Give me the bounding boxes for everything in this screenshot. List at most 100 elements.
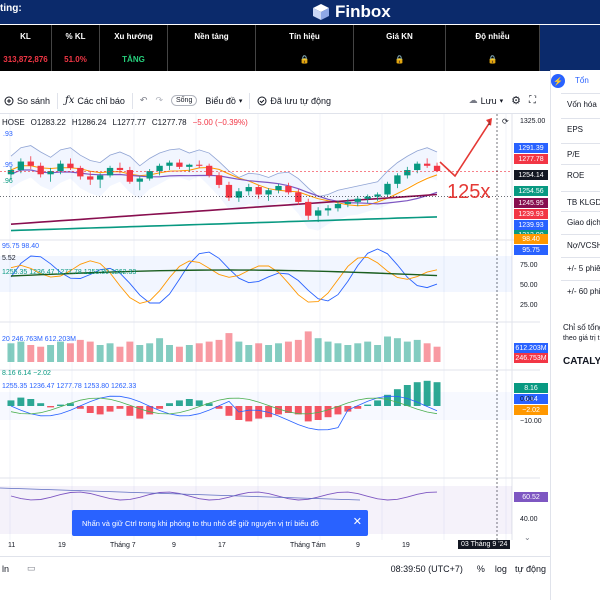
redo-button[interactable]: ↷ bbox=[151, 91, 167, 111]
auto-toggle[interactable]: tự động bbox=[515, 564, 546, 574]
undo-icon: ↶ bbox=[139, 95, 148, 105]
candle-body bbox=[334, 204, 342, 209]
volume-bar bbox=[175, 346, 183, 362]
toolbar-divider bbox=[131, 92, 133, 109]
volume-bar bbox=[344, 345, 352, 362]
candle-body bbox=[37, 165, 44, 175]
price-tag: 1291.39 bbox=[514, 143, 548, 153]
compare-button[interactable]: So sánh bbox=[0, 91, 54, 111]
table-header-cell: KL bbox=[0, 25, 52, 47]
settings-button[interactable]: ⚙ bbox=[507, 91, 525, 111]
macd-hist-bar bbox=[255, 406, 263, 419]
volume-bar bbox=[384, 336, 391, 362]
volume-bar bbox=[265, 345, 273, 362]
macd-hist-bar bbox=[245, 406, 253, 422]
log-toggle[interactable]: log bbox=[495, 564, 507, 574]
volume-tag: 246.753M bbox=[514, 353, 548, 363]
volume-bar bbox=[17, 341, 25, 362]
candle-body bbox=[126, 170, 134, 182]
table-value-cell: 🔒 bbox=[446, 47, 540, 71]
x-axis-settings-icon: ⌄ bbox=[524, 533, 531, 542]
info-table-row: 313,872,876 51.0% TĂNG 🔒 🔒 🔒 bbox=[0, 47, 540, 71]
save-label: Lưu bbox=[480, 95, 497, 106]
panel-row-label: +/- 60 phiê bbox=[567, 287, 600, 296]
indicators-button[interactable]: ƒx Các chỉ báo bbox=[61, 91, 129, 111]
candle-body bbox=[17, 161, 25, 171]
volume-bar bbox=[314, 338, 322, 362]
osc-tag: 60.52 bbox=[514, 492, 548, 502]
macd-hist-bar bbox=[17, 397, 25, 406]
candle-body bbox=[404, 170, 411, 176]
change-value: −5.00 (−0.39%) bbox=[192, 118, 248, 127]
finbox-logo[interactable]: Finbox bbox=[312, 2, 391, 22]
autosave-status[interactable]: Đã lưu tự động bbox=[253, 91, 335, 111]
macd-values: 8.16 6.14 −2.02 bbox=[2, 370, 51, 377]
fullscreen-button[interactable]: ⛶ bbox=[525, 91, 540, 111]
autosave-label: Đã lưu tự động bbox=[270, 95, 331, 106]
panel-row-divider bbox=[561, 143, 600, 144]
volume-bar bbox=[225, 333, 233, 362]
table-value-cell: TĂNG bbox=[100, 47, 168, 71]
rsi-sub-values: 1255.35 1236.47 1277.78 1253.80 1262.33 bbox=[2, 269, 137, 276]
volume-bar bbox=[126, 341, 134, 362]
percent-toggle[interactable]: % bbox=[477, 564, 485, 574]
left-fragment-label: .96 bbox=[3, 178, 13, 185]
panel-row-divider bbox=[561, 280, 600, 281]
range-label[interactable]: ln bbox=[2, 564, 9, 574]
candle-body bbox=[215, 175, 223, 185]
candle-body bbox=[156, 165, 163, 172]
table-value-cell: 313,872,876 bbox=[0, 47, 52, 71]
panel-row-divider bbox=[561, 211, 600, 212]
save-button[interactable]: ☁ Lưu ▾ bbox=[465, 91, 508, 111]
price-tag: 1254.56 bbox=[514, 186, 548, 196]
candle-body bbox=[57, 163, 64, 172]
rsi-tag: 95.75 bbox=[514, 245, 548, 255]
candle-body bbox=[394, 175, 401, 184]
left-fragment-label: .95 bbox=[3, 162, 13, 169]
macd-hist-bar bbox=[225, 406, 233, 416]
volume-bar bbox=[304, 331, 312, 362]
price-tag: 1239.93 bbox=[514, 220, 548, 230]
candle-body bbox=[354, 198, 361, 202]
macd-hist-bar bbox=[156, 406, 164, 409]
volume-bar bbox=[7, 343, 15, 362]
price-chart[interactable]: 125x bbox=[0, 114, 540, 566]
volume-bar bbox=[294, 339, 302, 362]
volume-bar bbox=[136, 345, 144, 362]
table-value-cell: 🔒 bbox=[354, 47, 446, 71]
candle-body bbox=[27, 161, 34, 166]
chart-toolbar: So sánh ƒx Các chỉ báo ↶ ↷ Sống Biểu đồ … bbox=[0, 88, 540, 114]
live-toggle[interactable]: Sống bbox=[167, 91, 201, 111]
price-tag: 1277.78 bbox=[514, 154, 548, 164]
close-icon[interactable]: ✕ bbox=[353, 515, 362, 528]
candle-body bbox=[77, 167, 84, 177]
macd-hist-bar bbox=[116, 406, 124, 409]
undo-button[interactable]: ↶ bbox=[136, 91, 152, 111]
macd-hist-bar bbox=[423, 380, 431, 406]
volume-bar bbox=[96, 345, 104, 362]
volume-bar bbox=[324, 341, 332, 362]
panel-row-label: P/E bbox=[567, 150, 580, 159]
toolbar-divider bbox=[249, 92, 251, 109]
date-range-icon[interactable]: ▭ bbox=[27, 563, 36, 574]
table-side-panel bbox=[540, 25, 600, 71]
panel-row-divider bbox=[561, 164, 600, 165]
screen: ting: Finbox KL% KL Xu hướng Nền tảng Tín h… bbox=[0, 0, 600, 600]
scroll-down-icon: ↓ bbox=[487, 118, 491, 127]
panel-row-label: +/- 5 phiên bbox=[567, 264, 600, 273]
volume-bar bbox=[195, 343, 203, 362]
panel-tab[interactable]: Tổn bbox=[575, 76, 589, 85]
chart-type-button[interactable]: Biểu đồ ▾ bbox=[201, 91, 246, 111]
candle-body bbox=[205, 165, 213, 176]
macd-hist-bar bbox=[175, 400, 183, 406]
rsi-axis-label: 50.00 bbox=[520, 282, 538, 289]
macd-axis-label: −10.00 bbox=[520, 418, 542, 425]
chevron-down-icon: ▾ bbox=[238, 97, 243, 105]
lightning-icon[interactable]: ⚡ bbox=[551, 74, 565, 88]
volume-bar bbox=[215, 339, 223, 362]
open-value: O1283.22 bbox=[30, 118, 66, 127]
rsi-left-fragment: 5.52 bbox=[2, 255, 16, 262]
panel-row-divider bbox=[561, 118, 600, 119]
chart-type-label: Biểu đồ bbox=[205, 95, 236, 106]
volume-bar bbox=[334, 343, 342, 362]
